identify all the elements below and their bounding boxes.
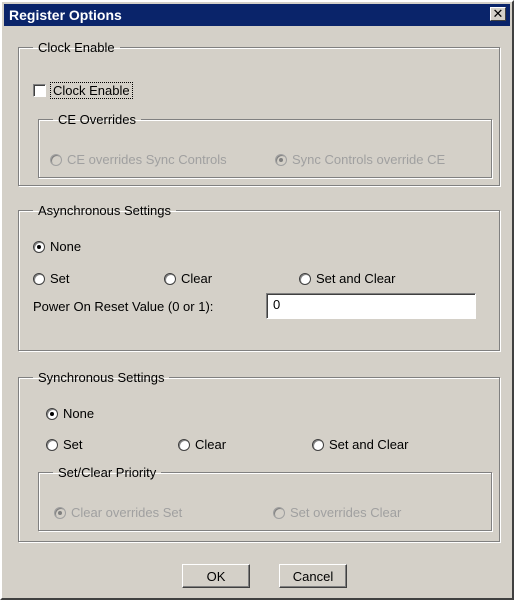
radio-button-icon[interactable] <box>312 438 324 451</box>
async-settings-legend: Asynchronous Settings <box>38 203 171 218</box>
cancel-button-label: Cancel <box>292 568 334 584</box>
radio-label: Set and Clear <box>316 271 396 286</box>
clock-enable-legend: Clock Enable <box>38 40 115 55</box>
radio-clear-overrides-set[interactable]: Clear overrides Set <box>54 505 182 520</box>
radio-label: Clear <box>181 271 213 286</box>
radio-label: Set <box>63 437 83 452</box>
radio-label: Set overrides Clear <box>290 505 402 520</box>
set-clear-priority-legend: Set/Clear Priority <box>58 465 157 480</box>
radio-button-icon[interactable] <box>178 438 190 451</box>
title-bar[interactable]: Register Options ✕ <box>4 4 510 26</box>
radio-ce-overrides-sync[interactable]: CE overrides Sync Controls <box>50 152 227 167</box>
por-value-input[interactable]: 0 <box>266 293 476 319</box>
radio-sync-set[interactable]: Set <box>46 437 83 452</box>
close-icon: ✕ <box>492 6 504 21</box>
radio-button-icon[interactable] <box>46 407 58 420</box>
radio-button-icon[interactable] <box>275 153 287 166</box>
radio-sync-overrides-ce[interactable]: Sync Controls override CE <box>275 152 445 167</box>
radio-sync-clear[interactable]: Clear <box>178 437 226 452</box>
radio-button-icon[interactable] <box>50 153 62 166</box>
radio-async-none[interactable]: None <box>33 239 81 254</box>
radio-button-icon[interactable] <box>46 438 58 451</box>
cancel-button[interactable]: Cancel <box>279 564 347 588</box>
radio-button-icon[interactable] <box>164 272 176 285</box>
radio-label: Clear <box>195 437 227 452</box>
radio-label: Set and Clear <box>329 437 409 452</box>
por-label: Power On Reset Value (0 or 1): <box>33 299 214 314</box>
radio-label: Sync Controls override CE <box>292 152 446 167</box>
checkbox-box[interactable] <box>33 84 46 97</box>
clock-enable-label: Clock Enable <box>50 82 133 99</box>
radio-async-set-and-clear[interactable]: Set and Clear <box>299 271 396 286</box>
register-options-dialog: Register Options ✕ Clock Enable Clock En… <box>0 0 514 600</box>
ok-button-label: OK <box>206 568 226 584</box>
radio-set-overrides-clear[interactable]: Set overrides Clear <box>273 505 401 520</box>
close-button[interactable]: ✕ <box>490 7 506 21</box>
radio-label: CE overrides Sync Controls <box>67 152 227 167</box>
radio-label: None <box>63 406 95 421</box>
radio-button-icon[interactable] <box>33 240 45 253</box>
por-value-text: 0 <box>273 297 281 312</box>
ok-button[interactable]: OK <box>182 564 250 588</box>
radio-button-icon[interactable] <box>54 506 66 519</box>
radio-sync-none[interactable]: None <box>46 406 94 421</box>
radio-button-icon[interactable] <box>299 272 311 285</box>
radio-sync-set-and-clear[interactable]: Set and Clear <box>312 437 409 452</box>
ce-overrides-group: CE Overrides <box>38 112 492 178</box>
radio-async-set[interactable]: Set <box>33 271 70 286</box>
radio-label: None <box>50 239 82 254</box>
radio-label: Clear overrides Set <box>71 505 183 520</box>
radio-label: Set <box>50 271 70 286</box>
clock-enable-checkbox[interactable]: Clock Enable <box>33 82 133 99</box>
radio-button-icon[interactable] <box>33 272 45 285</box>
radio-async-clear[interactable]: Clear <box>164 271 212 286</box>
sync-settings-legend: Synchronous Settings <box>38 370 165 385</box>
ce-overrides-legend: CE Overrides <box>58 112 137 127</box>
async-settings-group: Asynchronous Settings <box>18 203 500 351</box>
radio-button-icon[interactable] <box>273 506 285 519</box>
dialog-title: Register Options <box>9 7 122 23</box>
set-clear-priority-group: Set/Clear Priority <box>38 465 492 531</box>
